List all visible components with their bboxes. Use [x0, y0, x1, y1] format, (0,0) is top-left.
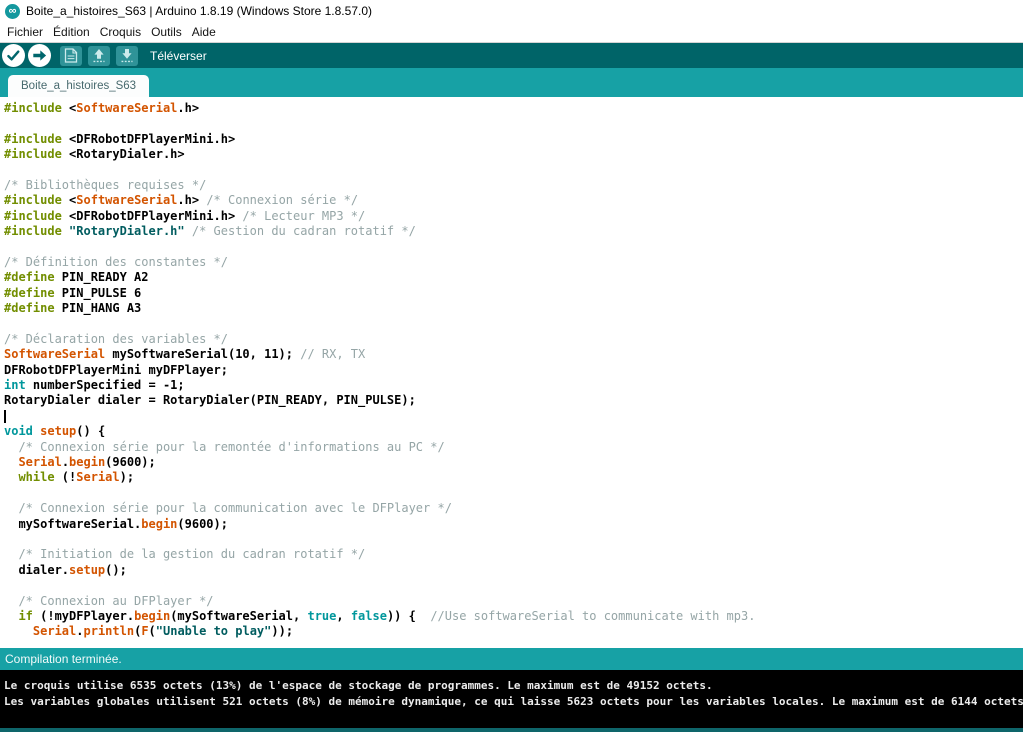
code-line: [4, 532, 1023, 547]
code-line: /* Bibliothèques requises */: [4, 178, 1023, 193]
arrow-up-icon: [91, 48, 107, 63]
menu-item-croquis[interactable]: Croquis: [95, 23, 146, 41]
code-line: /* Connexion série pour la remontée d'in…: [4, 440, 1023, 455]
verify-button[interactable]: [2, 44, 25, 67]
arduino-logo-icon: ∞: [5, 4, 20, 19]
code-line: #define PIN_HANG A3: [4, 301, 1023, 316]
tab-bar: Boite_a_histoires_S63: [0, 68, 1023, 97]
arrow-down-icon: [119, 48, 135, 63]
code-line: void setup() {: [4, 424, 1023, 439]
toolbar-status-label: Téléverser: [150, 49, 207, 63]
console-line: Le croquis utilise 6535 octets (13%) de …: [4, 678, 1023, 694]
code-line: [4, 316, 1023, 331]
code-line: #include "RotaryDialer.h" /* Gestion du …: [4, 224, 1023, 239]
upload-button[interactable]: [28, 44, 51, 67]
status-message: Compilation terminée.: [5, 652, 122, 666]
code-line: #include <SoftwareSerial.h> /* Connexion…: [4, 193, 1023, 208]
code-line: [4, 578, 1023, 593]
document-icon: [64, 48, 78, 63]
code-line: /* Déclaration des variables */: [4, 332, 1023, 347]
menu-bar: FichierÉditionCroquisOutilsAide: [0, 22, 1023, 42]
text-cursor: [4, 410, 6, 423]
code-line: [4, 163, 1023, 178]
status-bar: Compilation terminée.: [0, 648, 1023, 670]
code-line: [4, 409, 1023, 424]
code-line: RotaryDialer dialer = RotaryDialer(PIN_R…: [4, 393, 1023, 408]
code-line: [4, 116, 1023, 131]
code-line: [4, 486, 1023, 501]
code-line: /* Connexion série pour la communication…: [4, 501, 1023, 516]
console-line: Les variables globales utilisent 521 oct…: [4, 694, 1023, 710]
toolbar: Téléverser: [0, 42, 1023, 68]
console-output: Le croquis utilise 6535 octets (13%) de …: [0, 670, 1023, 728]
save-button[interactable]: [116, 46, 138, 66]
tab-sketch[interactable]: Boite_a_histoires_S63: [8, 75, 149, 97]
check-icon: [2, 44, 25, 67]
code-line: #include <DFRobotDFPlayerMini.h>: [4, 132, 1023, 147]
code-line: if (!myDFPlayer.begin(mySoftwareSerial, …: [4, 609, 1023, 624]
code-line: dialer.setup();: [4, 563, 1023, 578]
code-line: /* Définition des constantes */: [4, 255, 1023, 270]
code-line: Serial.println(F("Unable to play"));: [4, 624, 1023, 639]
menu-item-fichier[interactable]: Fichier: [2, 23, 48, 41]
code-area[interactable]: #include <SoftwareSerial.h> #include <DFR…: [0, 97, 1023, 648]
code-line: [4, 240, 1023, 255]
new-sketch-button[interactable]: [60, 46, 82, 66]
bottom-strip: [0, 728, 1023, 732]
code-line: #define PIN_READY A2: [4, 270, 1023, 285]
code-line: SoftwareSerial mySoftwareSerial(10, 11);…: [4, 347, 1023, 362]
code-line: #include <RotaryDialer.h>: [4, 147, 1023, 162]
menu-item-edition[interactable]: Édition: [48, 23, 95, 41]
title-bar: ∞ Boite_a_histoires_S63 | Arduino 1.8.19…: [0, 0, 1023, 22]
code-line: while (!Serial);: [4, 470, 1023, 485]
code-line: DFRobotDFPlayerMini myDFPlayer;: [4, 363, 1023, 378]
code-line: mySoftwareSerial.begin(9600);: [4, 517, 1023, 532]
menu-item-outils[interactable]: Outils: [146, 23, 187, 41]
code-line: int numberSpecified = -1;: [4, 378, 1023, 393]
code-line: Serial.begin(9600);: [4, 455, 1023, 470]
code-line: /* Initiation de la gestion du cadran ro…: [4, 547, 1023, 562]
menu-item-aide[interactable]: Aide: [187, 23, 221, 41]
code-line: #include <SoftwareSerial.h>: [4, 101, 1023, 116]
window-title: Boite_a_histoires_S63 | Arduino 1.8.19 (…: [26, 4, 372, 18]
code-line: /* Connexion au DFPlayer */: [4, 594, 1023, 609]
arrow-right-icon: [28, 44, 51, 67]
code-line: #define PIN_PULSE 6: [4, 286, 1023, 301]
open-button[interactable]: [88, 46, 110, 66]
code-line: #include <DFRobotDFPlayerMini.h> /* Lect…: [4, 209, 1023, 224]
